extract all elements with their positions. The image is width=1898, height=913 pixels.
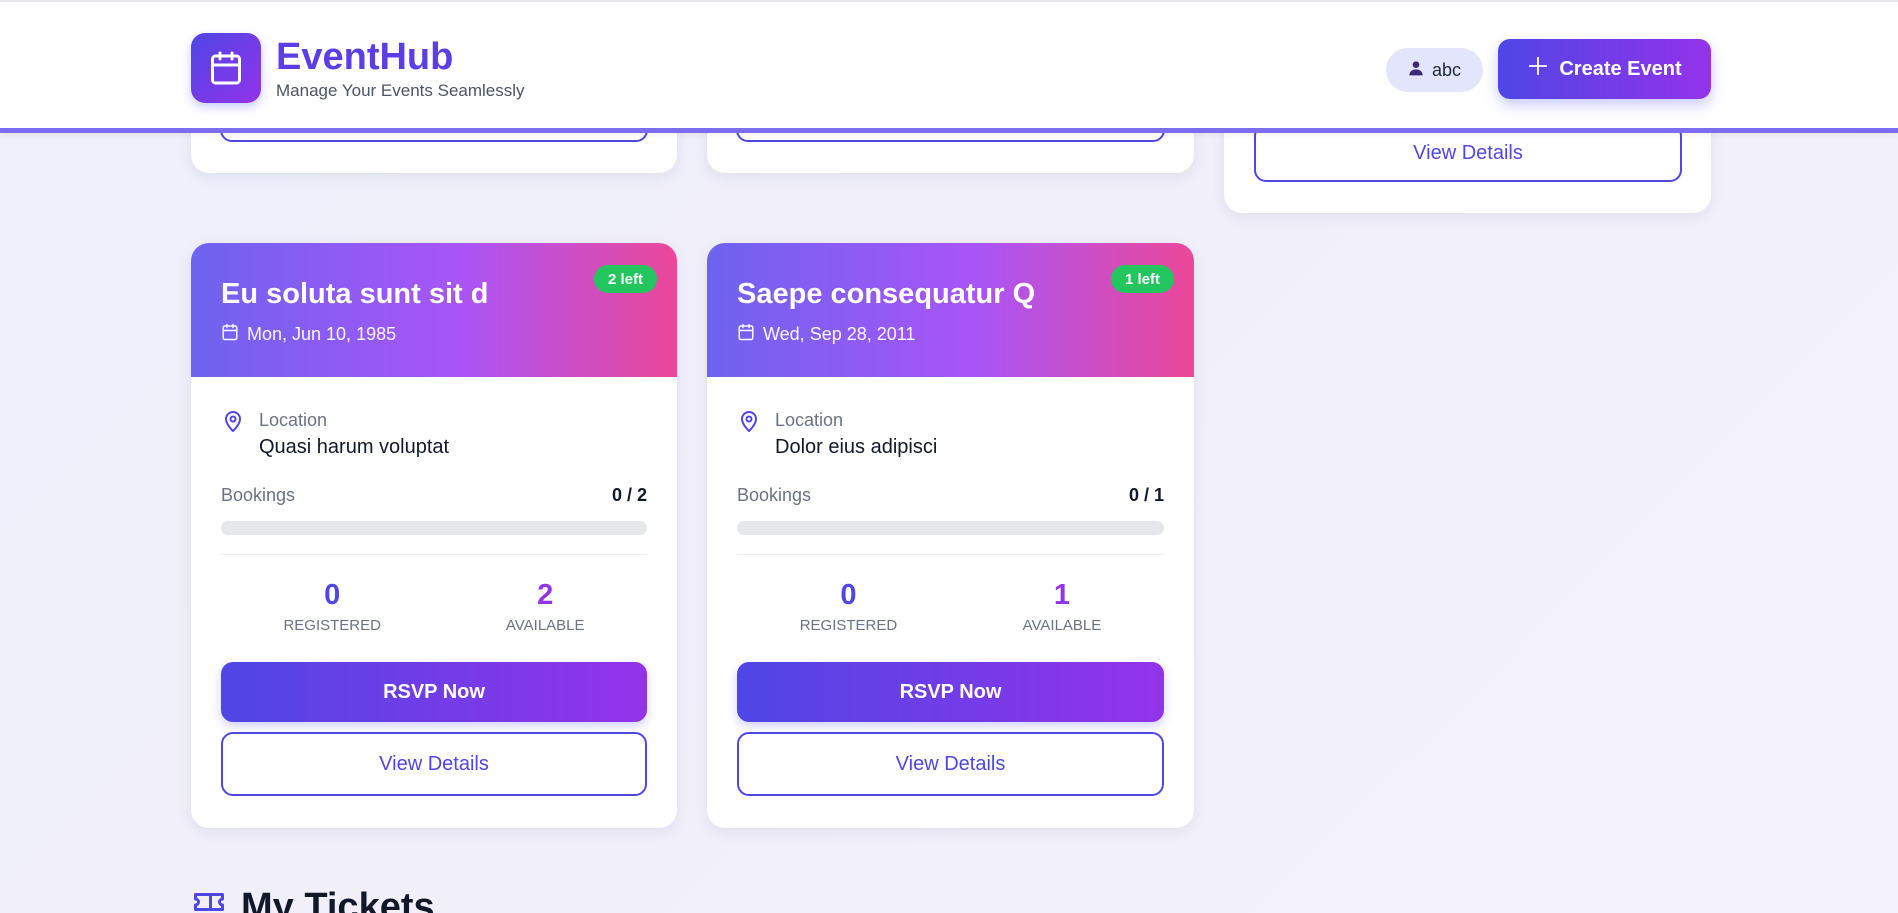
event-card-header: Eu soluta sunt sit d Mon, Jun 10, 1985 2… — [191, 243, 677, 377]
registered-label: REGISTERED — [799, 617, 898, 634]
event-date-text: Mon, Jun 10, 1985 — [247, 324, 397, 344]
my-tickets-heading: My Tickets — [191, 884, 435, 913]
event-date-text: Wed, Sep 28, 2011 — [763, 324, 916, 344]
app-title: EventHub — [276, 36, 454, 78]
bookings-count: 0 / 1 — [1128, 485, 1164, 505]
event-card: Saepe consequatur Q Wed, Sep 28, 2011 1 … — [707, 243, 1194, 828]
divider — [737, 554, 1164, 555]
view-details-label: View Details — [1413, 141, 1523, 164]
event-title: Eu soluta sunt sit d — [221, 278, 489, 310]
page: View Details EventHub Manage Your Events… — [0, 0, 1898, 913]
available-stat: 2 AVAILABLE — [506, 579, 585, 634]
create-event-button[interactable]: Create Event — [1498, 39, 1711, 99]
registered-stat: 0 REGISTERED — [800, 579, 898, 634]
brand[interactable]: EventHub Manage Your Events Seamlessly — [191, 33, 525, 103]
registered-stat: 0 REGISTERED — [283, 579, 381, 634]
divider — [221, 554, 647, 555]
rsvp-button[interactable]: RSVP Now — [737, 662, 1164, 722]
bookings-label: Bookings — [737, 485, 812, 505]
bookings-count: 0 / 2 — [611, 485, 647, 505]
location-value: Quasi harum voluptat — [259, 436, 450, 458]
location-value: Dolor eius adipisci — [775, 436, 938, 458]
location-label: Location — [259, 410, 328, 430]
available-count: 2 — [537, 579, 554, 611]
user-menu[interactable]: abc — [1386, 48, 1483, 92]
bookings-label: Bookings — [221, 485, 296, 505]
rsvp-button[interactable]: RSVP Now — [221, 662, 647, 722]
event-title: Saepe consequatur Q — [737, 278, 1036, 310]
registered-count: 0 — [840, 579, 857, 611]
plus-icon — [1527, 55, 1549, 83]
ticket-icon — [191, 884, 227, 913]
bookings-row: Bookings 0 / 2 — [221, 485, 647, 506]
bookings-row: Bookings 0 / 1 — [737, 485, 1164, 506]
event-location: Location Quasi harum voluptat — [221, 409, 647, 459]
my-tickets-title: My Tickets — [241, 885, 435, 913]
map-pin-icon — [221, 409, 245, 459]
app-header: EventHub Manage Your Events Seamlessly a… — [0, 0, 1898, 133]
calendar-icon — [737, 323, 755, 346]
event-location: Location Dolor eius adipisci — [737, 409, 1164, 459]
registered-count: 0 — [324, 579, 341, 611]
create-event-label: Create Event — [1559, 57, 1682, 80]
calendar-icon — [191, 33, 261, 103]
event-stats: 0 REGISTERED 1 AVAILABLE — [737, 579, 1164, 634]
seats-left-badge: 1 left — [1110, 265, 1174, 293]
available-label: AVAILABLE — [1022, 617, 1102, 634]
view-details-button[interactable]: View Details — [737, 732, 1164, 796]
location-label: Location — [775, 410, 844, 430]
registered-label: REGISTERED — [283, 617, 381, 634]
calendar-icon — [221, 323, 239, 346]
user-icon — [1408, 60, 1424, 81]
event-card: Eu soluta sunt sit d Mon, Jun 10, 1985 2… — [191, 243, 677, 828]
bookings-progress-bar — [737, 521, 1164, 535]
bookings-progress-bar — [221, 521, 647, 535]
view-details-button[interactable]: View Details — [221, 732, 647, 796]
available-count: 1 — [1053, 579, 1071, 611]
event-card-header: Saepe consequatur Q Wed, Sep 28, 2011 1 … — [707, 243, 1194, 377]
available-label: AVAILABLE — [505, 617, 585, 634]
event-stats: 0 REGISTERED 2 AVAILABLE — [221, 579, 647, 634]
user-name: abc — [1431, 59, 1462, 80]
event-date: Wed, Sep 28, 2011 — [737, 323, 1164, 346]
available-stat: 1 AVAILABLE — [1023, 579, 1102, 634]
map-pin-icon — [737, 409, 761, 459]
app-tagline: Manage Your Events Seamlessly — [276, 81, 525, 100]
seats-left-badge: 2 left — [593, 265, 657, 293]
event-date: Mon, Jun 10, 1985 — [221, 323, 647, 346]
